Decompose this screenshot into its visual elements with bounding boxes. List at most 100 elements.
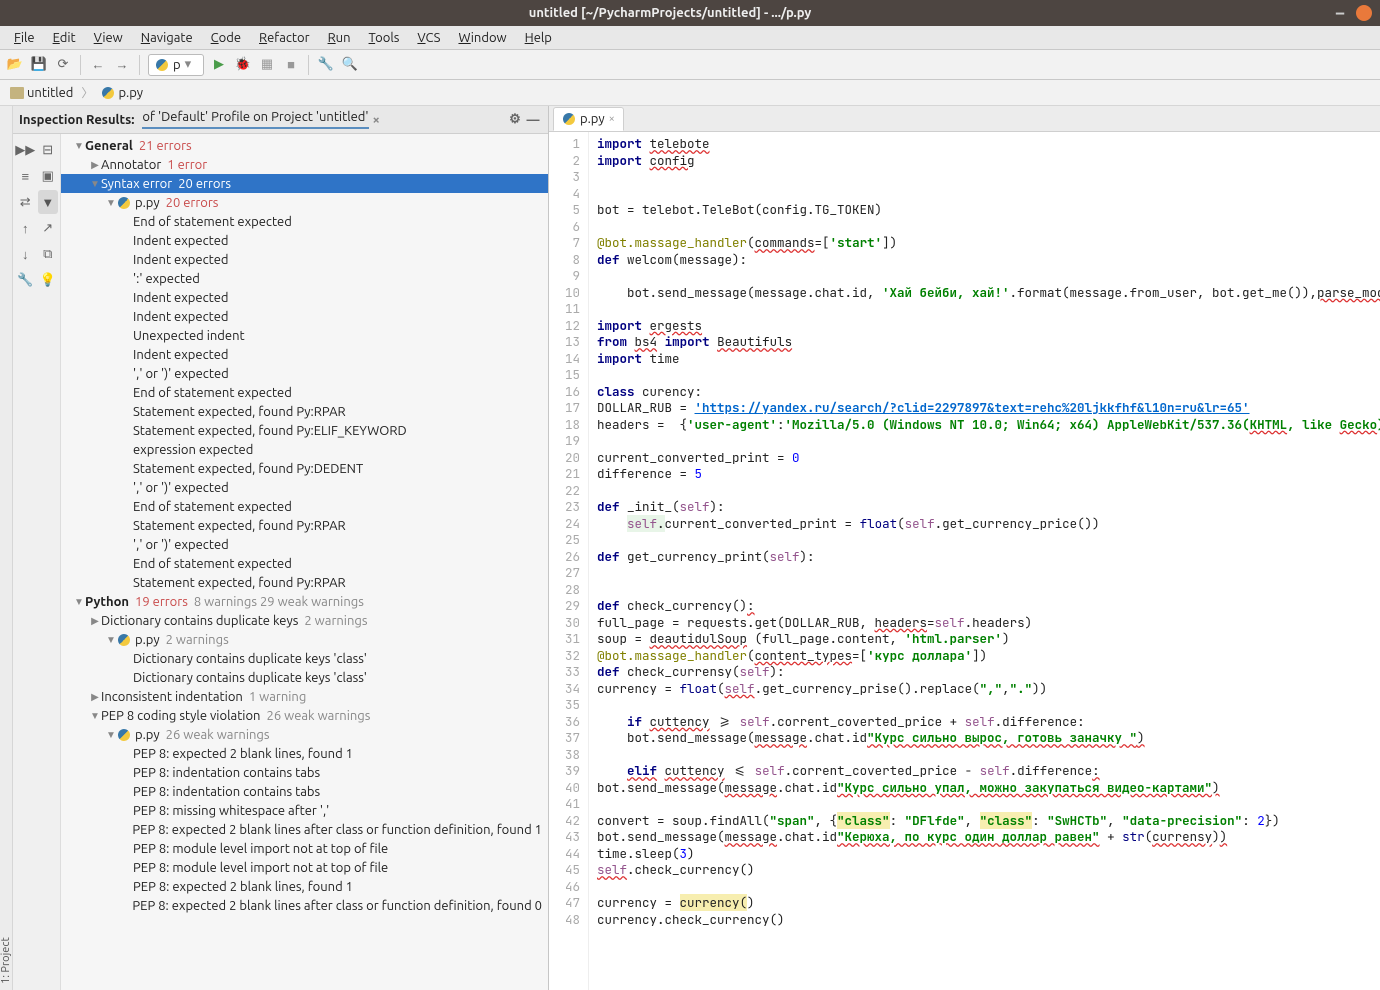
tree-row[interactable]: PEP 8: indentation contains tabs xyxy=(61,763,548,782)
code-line[interactable] xyxy=(597,532,1380,549)
tree-row[interactable]: Dictionary contains duplicate keys 'clas… xyxy=(61,668,548,687)
tree-row[interactable]: ',' or ')' expected xyxy=(61,478,548,497)
breadcrumb-item[interactable]: untitled xyxy=(6,84,77,102)
run-config-select[interactable]: p ▾ xyxy=(148,54,204,76)
group-icon[interactable]: ⇄ xyxy=(15,190,36,214)
code-line[interactable]: currency = float(self.get_currency_prise… xyxy=(597,681,1380,698)
tree-row[interactable]: Indent expected xyxy=(61,250,548,269)
code-line[interactable]: if cuttency >= self.corrent_coverted_pri… xyxy=(597,714,1380,731)
inspection-profile[interactable]: of 'Default' Profile on Project 'untitle… xyxy=(142,110,368,129)
tree-row[interactable]: ▼p.py20 errors xyxy=(61,193,548,212)
menu-file[interactable]: File xyxy=(6,29,43,47)
code-line[interactable] xyxy=(597,565,1380,582)
menu-view[interactable]: View xyxy=(86,29,131,47)
code-line[interactable] xyxy=(597,747,1380,764)
tree-row[interactable]: ',' or ')' expected xyxy=(61,535,548,554)
code-line[interactable]: bot.send_message(message.chat.id"Керюха,… xyxy=(597,829,1380,846)
tree-row[interactable]: expression expected xyxy=(61,440,548,459)
tool-window-strip[interactable]: 1: Project xyxy=(0,106,13,990)
tree-row[interactable]: End of statement expected xyxy=(61,497,548,516)
close-icon[interactable] xyxy=(1356,5,1372,21)
tree-row[interactable]: Indent expected xyxy=(61,307,548,326)
code-area[interactable]: import teleboteimport config bot = teleb… xyxy=(589,132,1380,990)
tree-row[interactable]: Statement expected, found Py:RPAR xyxy=(61,402,548,421)
tree-row[interactable]: ▼p.py2 warnings xyxy=(61,630,548,649)
tree-row[interactable]: ▼PEP 8 coding style violation26 weak war… xyxy=(61,706,548,725)
tree-row[interactable]: Dictionary contains duplicate keys 'clas… xyxy=(61,649,548,668)
menu-tools[interactable]: Tools xyxy=(361,29,408,47)
run-icon[interactable]: ▶ xyxy=(210,56,228,74)
export-icon[interactable]: ↗ xyxy=(38,216,59,240)
editor-tab[interactable]: p.py × xyxy=(553,107,624,131)
code-line[interactable]: def _init_(self): xyxy=(597,499,1380,516)
code-line[interactable]: bot.send_message(message.chat.id"Курс си… xyxy=(597,730,1380,747)
expand-icon[interactable]: ≡ xyxy=(15,164,36,188)
tree-row[interactable]: ▼Syntax error20 errors xyxy=(61,174,548,193)
coverage-icon[interactable]: ▦ xyxy=(258,56,276,74)
tree-row[interactable]: End of statement expected xyxy=(61,212,548,231)
rerun-icon[interactable]: ▶▶ xyxy=(15,138,36,162)
code-line[interactable]: @bot.massage_handler(content_types=['кур… xyxy=(597,648,1380,665)
tree-row[interactable]: Statement expected, found Py:DEDENT xyxy=(61,459,548,478)
menu-navigate[interactable]: Navigate xyxy=(133,29,201,47)
code-line[interactable]: class curency: xyxy=(597,384,1380,401)
tree-row[interactable]: End of statement expected xyxy=(61,554,548,573)
code-line[interactable]: currency.check_currency() xyxy=(597,912,1380,929)
menu-code[interactable]: Code xyxy=(203,29,249,47)
tree-row[interactable]: Statement expected, found Py:RPAR xyxy=(61,516,548,535)
caret-icon[interactable]: ▶ xyxy=(89,691,101,703)
caret-icon[interactable]: ▶ xyxy=(89,615,101,627)
code-line[interactable]: def welcom(message): xyxy=(597,252,1380,269)
tree-row[interactable]: Statement expected, found Py:ELIF_KEYWOR… xyxy=(61,421,548,440)
code-line[interactable]: difference = 5 xyxy=(597,466,1380,483)
up-icon[interactable]: ↑ xyxy=(15,216,36,240)
code-line[interactable]: import ergests xyxy=(597,318,1380,335)
code-line[interactable]: from bs4 import Beautifuls xyxy=(597,334,1380,351)
hide-icon[interactable]: — xyxy=(524,111,542,129)
code-line[interactable]: bot.send_message(message.chat.id, 'Хай б… xyxy=(597,285,1380,302)
tree-row[interactable]: PEP 8: missing whitespace after ',' xyxy=(61,801,548,820)
tree-row[interactable]: Unexpected indent xyxy=(61,326,548,345)
back-icon[interactable]: ← xyxy=(89,56,107,74)
bulb-icon[interactable]: 💡 xyxy=(38,268,59,292)
code-line[interactable]: def check_currency(): xyxy=(597,598,1380,615)
code-line[interactable]: def get_currency_print(self): xyxy=(597,549,1380,566)
tree-row[interactable]: PEP 8: expected 2 blank lines, found 1 xyxy=(61,877,548,896)
code-line[interactable]: time.sleep(3) xyxy=(597,846,1380,863)
minimize-icon[interactable]: − xyxy=(1332,5,1348,21)
tree-row[interactable]: Statement expected, found Py:RPAR xyxy=(61,573,548,592)
code-line[interactable] xyxy=(597,483,1380,500)
caret-icon[interactable]: ▼ xyxy=(89,710,101,722)
menu-run[interactable]: Run xyxy=(320,29,359,47)
caret-icon[interactable]: ▼ xyxy=(105,729,117,741)
code-line[interactable]: import telebote xyxy=(597,136,1380,153)
code-line[interactable] xyxy=(597,879,1380,896)
project-tool-tab[interactable]: 1: Project xyxy=(0,112,12,990)
menu-window[interactable]: Window xyxy=(450,29,514,47)
code-line[interactable]: bot.send_message(message.chat.id"Курс си… xyxy=(597,780,1380,797)
menu-refactor[interactable]: Refactor xyxy=(251,29,318,47)
gear-icon[interactable]: ⚙ xyxy=(506,111,524,129)
tree-row[interactable]: Indent expected xyxy=(61,288,548,307)
tree-row[interactable]: ':' expected xyxy=(61,269,548,288)
tree-row[interactable]: ▶Annotator1 error xyxy=(61,155,548,174)
code-line[interactable] xyxy=(597,697,1380,714)
caret-icon[interactable]: ▼ xyxy=(105,634,117,646)
tree-row[interactable]: ',' or ')' expected xyxy=(61,364,548,383)
code-line[interactable]: current_converted_print = 0 xyxy=(597,450,1380,467)
forward-icon[interactable]: → xyxy=(113,56,131,74)
open-icon[interactable]: 📂 xyxy=(6,56,24,74)
popup-icon[interactable]: ⧉ xyxy=(38,242,59,266)
close-icon[interactable]: ⊟ xyxy=(38,138,59,162)
code-line[interactable]: import time xyxy=(597,351,1380,368)
stop-icon[interactable]: ■ xyxy=(282,56,300,74)
refresh-icon[interactable]: ⟳ xyxy=(54,56,72,74)
caret-icon[interactable]: ▼ xyxy=(105,197,117,209)
code-line[interactable]: def check_currensy(self): xyxy=(597,664,1380,681)
code-line[interactable]: full_page = requests.get(DOLLAR_RUB, hea… xyxy=(597,615,1380,632)
code-line[interactable] xyxy=(597,367,1380,384)
tree-row[interactable]: ▶Dictionary contains duplicate keys2 war… xyxy=(61,611,548,630)
caret-icon[interactable]: ▼ xyxy=(89,178,101,190)
tree-row[interactable]: PEP 8: expected 2 blank lines after clas… xyxy=(61,820,548,839)
tree-row[interactable]: PEP 8: indentation contains tabs xyxy=(61,782,548,801)
